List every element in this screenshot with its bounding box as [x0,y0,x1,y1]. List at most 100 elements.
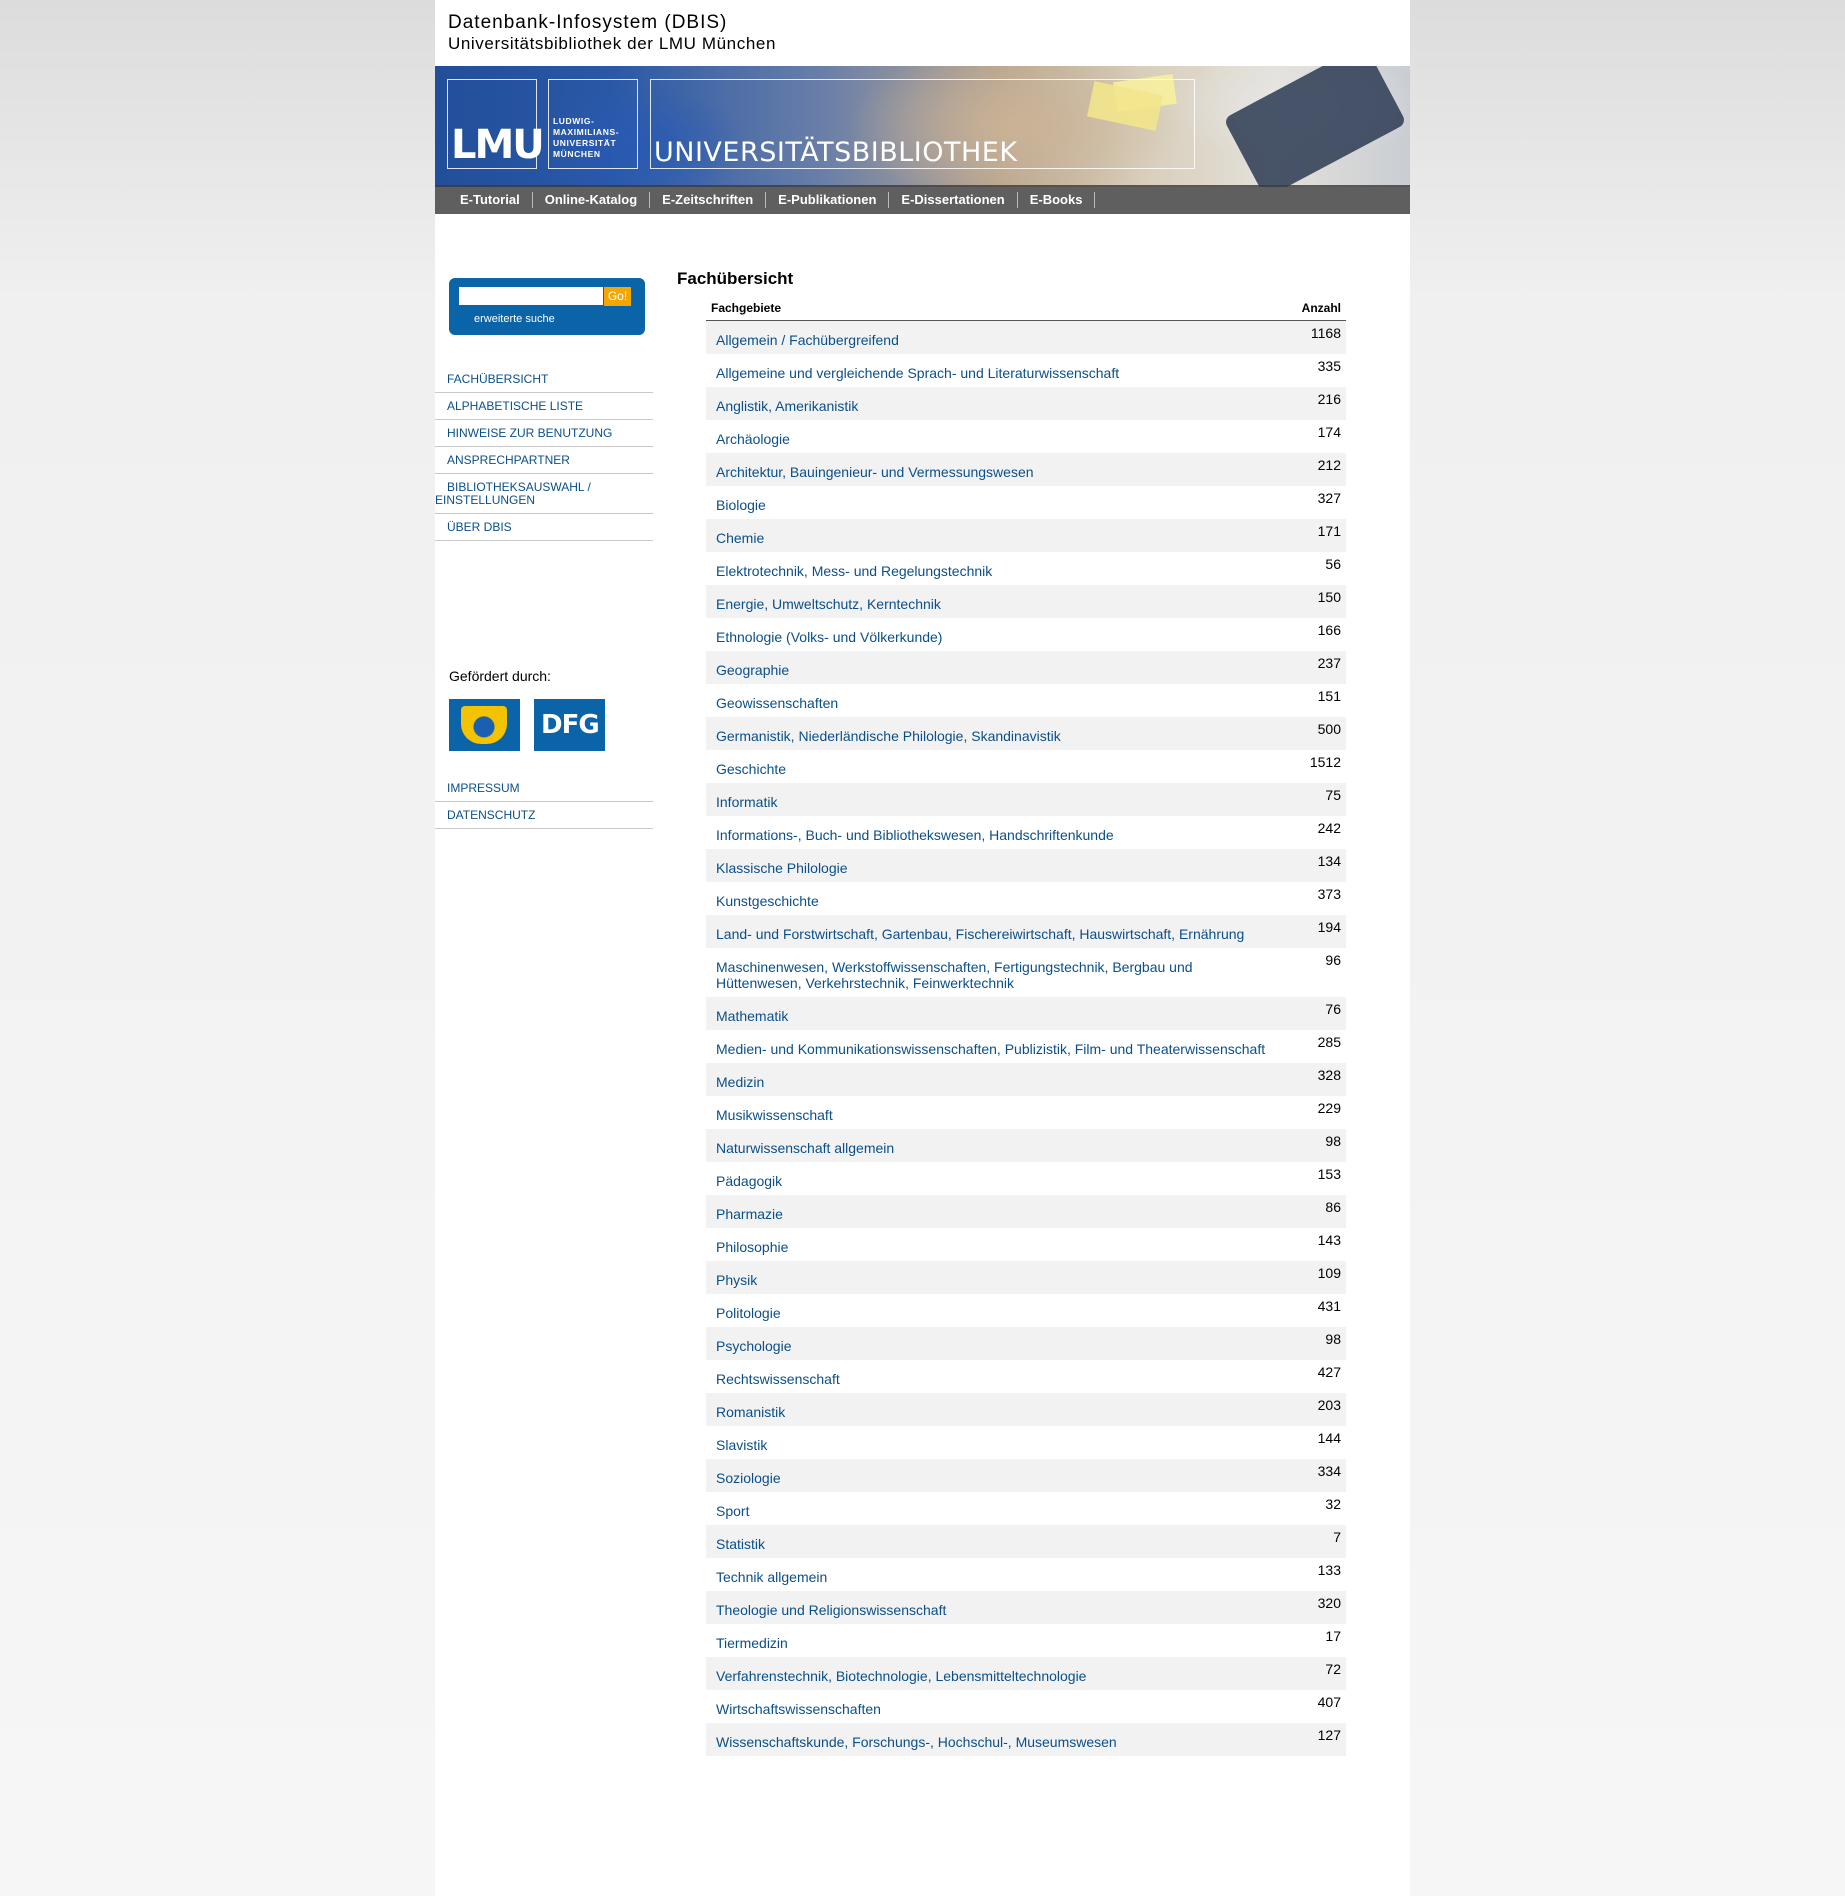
subject-link[interactable]: Archäologie [716,431,790,447]
sidebar-item-fachuebersicht[interactable]: FACHÜBERSICHT [435,366,653,393]
nav-e-books[interactable]: E-Books [1018,191,1096,208]
table-row: Elektrotechnik, Mess- und Regelungstechn… [706,552,1346,585]
nav-e-publikationen[interactable]: E-Publikationen [766,191,890,208]
nav-e-tutorial[interactable]: E-Tutorial [448,191,533,208]
bavaria-crest-icon[interactable] [449,699,520,751]
subject-link[interactable]: Technik allgemein [716,1569,827,1585]
table-row: Informatik 75 [706,783,1346,816]
nav-e-dissertationen[interactable]: E-Dissertationen [889,191,1018,208]
subject-cell: Pädagogik [706,1162,1276,1195]
subject-link[interactable]: Romanistik [716,1404,785,1420]
subject-cell: Statistik [706,1525,1276,1558]
subject-link[interactable]: Maschinenwesen, Werkstoffwissenschaften,… [716,959,1193,991]
count-cell: 153 [1276,1162,1346,1195]
count-cell: 373 [1276,882,1346,915]
header-banner: LMU LUDWIG- MAXIMILIANS- UNIVERSITÄT MÜN… [435,66,1410,187]
subject-link[interactable]: Geowissenschaften [716,695,838,711]
subject-cell: Allgemeine und vergleichende Sprach- und… [706,354,1276,387]
subject-link[interactable]: Philosophie [716,1239,788,1255]
table-row: Anglistik, Amerikanistik 216 [706,387,1346,420]
count-cell: 1168 [1276,320,1346,354]
subject-link[interactable]: Informatik [716,794,777,810]
subject-link[interactable]: Allgemeine und vergleichende Sprach- und… [716,365,1119,381]
count-cell: 212 [1276,453,1346,486]
subject-cell: Architektur, Bauingenieur- und Vermessun… [706,453,1276,486]
subject-link[interactable]: Medien- und Kommunikationswissenschaften… [716,1041,1265,1057]
sidebar-item-ueber-dbis[interactable]: ÜBER DBIS [435,514,653,541]
subject-cell: Chemie [706,519,1276,552]
subject-link[interactable]: Physik [716,1272,757,1288]
subject-link[interactable]: Wirtschaftswissenschaften [716,1701,881,1717]
nav-online-katalog[interactable]: Online-Katalog [533,191,651,208]
subject-link[interactable]: Soziologie [716,1470,781,1486]
subject-link[interactable]: Geographie [716,662,789,678]
table-row: Geowissenschaften 151 [706,684,1346,717]
subject-link[interactable]: Medizin [716,1074,764,1090]
subject-link[interactable]: Naturwissenschaft allgemein [716,1140,894,1156]
subject-link[interactable]: Biologie [716,497,766,513]
sidebar-item-bibliotheksauswahl[interactable]: BIBLIOTHEKSAUSWAHL / EINSTELLUNGEN [435,474,653,514]
table-row: Pädagogik 153 [706,1162,1346,1195]
nav-e-zeitschriften[interactable]: E-Zeitschriften [650,191,767,208]
subject-link[interactable]: Theologie und Religionswissenschaft [716,1602,946,1618]
subject-link[interactable]: Allgemein / Fachübergreifend [716,332,899,348]
count-cell: 500 [1276,717,1346,750]
search-input[interactable] [459,287,603,305]
sidebar-item-impressum[interactable]: IMPRESSUM [435,775,653,802]
table-row: Biologie 327 [706,486,1346,519]
subject-link[interactable]: Verfahrenstechnik, Biotechnologie, Leben… [716,1668,1086,1684]
subject-link[interactable]: Anglistik, Amerikanistik [716,398,858,414]
subject-cell: Ethnologie (Volks- und Völkerkunde) [706,618,1276,651]
subject-cell: Slavistik [706,1426,1276,1459]
sidebar-item-hinweise[interactable]: HINWEISE ZUR BENUTZUNG [435,420,653,447]
lmu-logo[interactable]: LMU [447,79,545,169]
subject-link[interactable]: Tiermedizin [716,1635,788,1651]
table-row: Romanistik 203 [706,1393,1346,1426]
subject-link[interactable]: Land- und Forstwirtschaft, Gartenbau, Fi… [716,926,1244,942]
subject-link[interactable]: Germanistik, Niederländische Philologie,… [716,728,1061,744]
table-row: Technik allgemein 133 [706,1558,1346,1591]
subject-link[interactable]: Elektrotechnik, Mess- und Regelungstechn… [716,563,992,579]
subject-link[interactable]: Kunstgeschichte [716,893,819,909]
advanced-search-link[interactable]: erweiterte suche [474,313,555,325]
subject-link[interactable]: Pädagogik [716,1173,782,1189]
subject-link[interactable]: Geschichte [716,761,786,777]
subject-link[interactable]: Informations-, Buch- und Bibliothekswese… [716,827,1114,843]
subject-cell: Allgemein / Fachübergreifend [706,320,1276,354]
table-row: Physik 109 [706,1261,1346,1294]
subject-link[interactable]: Slavistik [716,1437,767,1453]
go-button[interactable]: Go! [604,287,631,306]
university-logo[interactable]: LUDWIG- MAXIMILIANS- UNIVERSITÄT MÜNCHEN [548,79,638,169]
table-row: Energie, Umweltschutz, Kerntechnik 150 [706,585,1346,618]
subject-link[interactable]: Musikwissenschaft [716,1107,833,1123]
count-cell: 194 [1276,915,1346,948]
subject-link[interactable]: Psychologie [716,1338,792,1354]
dfg-logo[interactable]: DFG [534,699,605,751]
subject-link[interactable]: Politologie [716,1305,781,1321]
subject-link[interactable]: Rechtswissenschaft [716,1371,840,1387]
count-cell: 150 [1276,585,1346,618]
subject-cell: Geowissenschaften [706,684,1276,717]
subject-link[interactable]: Wissenschaftskunde, Forschungs-, Hochsch… [716,1734,1117,1750]
sidebar-item-ansprechpartner[interactable]: ANSPRECHPARTNER [435,447,653,474]
subject-cell: Anglistik, Amerikanistik [706,387,1276,420]
subject-link[interactable]: Ethnologie (Volks- und Völkerkunde) [716,629,942,645]
subject-link[interactable]: Klassische Philologie [716,860,848,876]
library-logo[interactable]: UNIVERSITÄTSBIBLIOTHEK [650,79,1195,169]
subject-link[interactable]: Sport [716,1503,749,1519]
subject-cell: Land- und Forstwirtschaft, Gartenbau, Fi… [706,915,1276,948]
count-cell: 334 [1276,1459,1346,1492]
subject-cell: Technik allgemein [706,1558,1276,1591]
subject-link[interactable]: Architektur, Bauingenieur- und Vermessun… [716,464,1034,480]
sidebar-item-datenschutz[interactable]: DATENSCHUTZ [435,802,653,829]
funded-by-label: Gefördert durch: [449,668,551,684]
subject-cell: Maschinenwesen, Werkstoffwissenschaften,… [706,948,1276,997]
subject-link[interactable]: Statistik [716,1536,765,1552]
sidebar-item-alphabetische-liste[interactable]: ALPHABETISCHE LISTE [435,393,653,420]
subject-link[interactable]: Energie, Umweltschutz, Kerntechnik [716,596,941,612]
subject-link[interactable]: Chemie [716,530,764,546]
table-row: Mathematik 76 [706,997,1346,1030]
subject-link[interactable]: Mathematik [716,1008,788,1024]
subject-link[interactable]: Pharmazie [716,1206,783,1222]
table-row: Wirtschaftswissenschaften 407 [706,1690,1346,1723]
